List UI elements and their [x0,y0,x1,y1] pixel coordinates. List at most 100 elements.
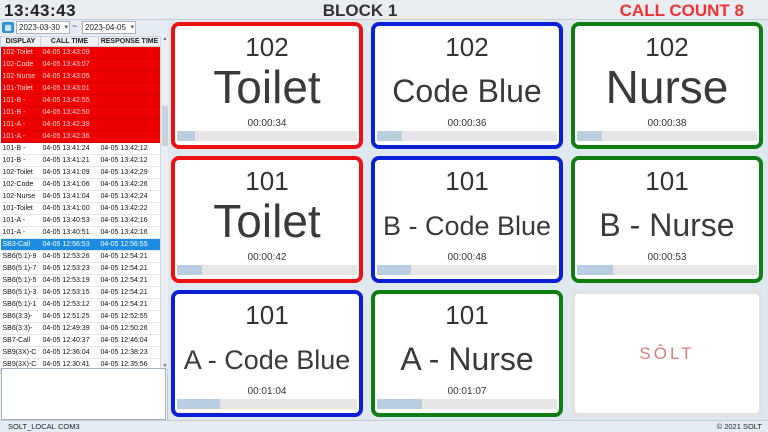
room-number: 102 [645,32,689,62]
column-header-response-time[interactable]: RESPONSE TIME [98,36,160,47]
progress-fill [177,131,195,141]
elapsed-time: 00:01:07 [447,386,487,397]
cell-display: 101-Toilet [0,82,41,95]
cell-display: SB6(3:3)- [0,322,41,335]
table-row[interactable]: 102-Toilet 04-05 13:41:09 04-05 13:42:29 [0,166,160,179]
progress-fill [577,131,603,141]
table-row[interactable]: SB9(3X)-C 04-05 12:36:04 04-05 12:38:23 [0,346,160,359]
cell-call: 04-05 12:53:26 [40,250,99,263]
table-row[interactable]: 101-A -04-05 13:40:53 04-05 13:42:16 [0,214,160,227]
call-card[interactable]: 101 B - Code Blue 00:00:48 [371,156,563,283]
cell-display: 101-Toilet [0,202,41,215]
cell-display: 101-A - [0,130,41,143]
cell-response [98,106,160,119]
elapsed-progress [377,399,557,409]
cell-response [98,82,160,95]
table-row[interactable]: 101-A -04-05 13:42:39 [0,118,160,131]
room-number: 101 [445,300,489,330]
elapsed-progress [377,265,557,275]
date-separator: ~ [72,21,78,31]
column-header-display[interactable]: DISPLAY [0,36,41,47]
elapsed-progress [377,131,557,141]
call-card[interactable]: 101 B - Nurse 00:00:53 [571,156,763,283]
table-row[interactable]: SB6(3:3)- 04-05 12:49:39 04-05 12:50:26 [0,322,160,335]
room-number: 102 [245,32,289,62]
table-row[interactable]: SB7-Call 04-05 12:40:37 04-05 12:46:04 [0,334,160,347]
cell-display: 101-A - [0,118,41,131]
date-from-field[interactable]: 2023-03-30 ▾ [16,21,70,34]
progress-fill [177,399,221,409]
table-scrollbar[interactable]: ▲ ▼ [160,36,168,369]
cell-call: 04-05 13:40:53 [40,214,99,227]
cell-call: 04-05 13:42:55 [40,94,99,107]
cell-response: 04-05 12:54:21 [98,250,160,263]
cell-call: 04-05 13:41:04 [40,190,99,203]
table-row[interactable]: SB6(5:1)-9 04-05 12:53:26 04-05 12:54:21 [0,250,160,263]
table-row[interactable]: SB6(5:1)-5 04-05 12:53:19 04-05 12:54:21 [0,274,160,287]
cell-display: SB6(5:1)-3 [0,286,41,299]
cell-call: 04-05 13:41:24 [40,142,99,155]
table-row[interactable]: 102-Nurse 04-05 13:43:05 [0,70,160,83]
cell-display: SB6(5:1)-9 [0,250,41,263]
call-type: A - Code Blue [183,345,351,375]
table-row[interactable]: 102-Code 04-05 13:41:06 04-05 13:42:26 [0,178,160,191]
call-card[interactable]: 102 Toilet 00:00:34 [171,22,363,149]
cell-display: 102-Code [0,58,41,71]
table-row[interactable]: 101-A -04-05 13:40:51 04-05 13:42:16 [0,226,160,239]
call-card[interactable]: 102 Nurse 00:00:38 [571,22,763,149]
cell-display: SB6(5:1)-5 [0,274,41,287]
call-card[interactable]: 101 Toilet 00:00:42 [171,156,363,283]
table-row[interactable]: SB3-Call 04-05 12:56:53 04-05 12:56:55 [0,238,160,251]
cell-display: SB7-Call [0,334,41,347]
call-type: Toilet [213,61,321,113]
cell-response: 04-05 12:54:21 [98,274,160,287]
table-row[interactable]: 102-Nurse 04-05 13:41:04 04-05 13:42:24 [0,190,160,203]
table-row[interactable]: 102-Code 04-05 13:43:07 [0,58,160,71]
table-row[interactable]: 101-B -04-05 13:42:50 [0,106,160,119]
cell-call: 04-05 12:53:12 [40,298,99,311]
cell-display: SB6(3:3)- [0,310,41,323]
cell-response: 04-05 12:52:55 [98,310,160,323]
column-header-call-time[interactable]: CALL TIME [40,36,99,47]
cell-response: 04-05 13:42:22 [98,202,160,215]
cell-display: SB6(5:1)-1 [0,298,41,311]
call-type: A - Nurse [400,341,534,377]
cell-response: 04-05 13:42:12 [98,154,160,167]
cell-response: 04-05 12:54:21 [98,262,160,275]
call-card[interactable]: 101 A - Code Blue 00:01:04 [171,290,363,417]
status-bar: SOLT_LOCAL COM3 © 2021 SOLT [0,420,768,432]
room-number: 101 [245,166,289,196]
room-number: 101 [245,300,289,330]
chevron-down-icon[interactable]: ▾ [130,22,134,33]
table-row[interactable]: SB6(3:3)- 04-05 12:51:25 04-05 12:52:55 [0,310,160,323]
cell-display: 101-B - [0,94,41,107]
top-bar: 13:43:43 BLOCK 1 CALL COUNT 8 [0,0,768,20]
table-row[interactable]: 101-Toilet 04-05 13:41:00 04-05 13:42:22 [0,202,160,215]
block-title: BLOCK 1 [322,1,398,20]
date-from-value: 2023-03-30 [19,23,60,32]
table-row[interactable]: 101-B -04-05 13:41:21 04-05 13:42:12 [0,154,160,167]
calendar-icon[interactable]: ▦ [2,22,14,33]
cell-display: 102-Nurse [0,70,41,83]
date-to-field[interactable]: 2023-04-05 ▾ [82,21,136,34]
table-row[interactable]: 102-Toilet 04-05 13:43:09 [0,46,160,59]
station-name: SOLT_LOCAL [8,422,56,431]
cell-response: 04-05 12:50:26 [98,322,160,335]
com-port: COM3 [58,422,80,431]
cell-response [98,118,160,131]
call-card[interactable]: 101 A - Nurse 00:01:07 [371,290,563,417]
call-card[interactable]: 102 Code Blue 00:00:36 [371,22,563,149]
table-row[interactable]: 101-Toilet 04-05 13:43:01 [0,82,160,95]
message-box[interactable] [1,368,166,420]
cell-display: 102-Code [0,178,41,191]
table-row[interactable]: 101-B -04-05 13:41:24 04-05 13:42:12 [0,142,160,155]
table-row[interactable]: 101-A -04-05 13:42:36 [0,130,160,143]
room-number: 102 [445,32,489,62]
table-row[interactable]: SB6(5:1)-1 04-05 12:53:12 04-05 12:54:21 [0,298,160,311]
chevron-down-icon[interactable]: ▾ [64,22,68,33]
cell-response: 04-05 12:38:23 [98,346,160,359]
table-row[interactable]: SB6(5:1)-7 04-05 12:53:23 04-05 12:54:21 [0,262,160,275]
cell-response: 04-05 13:42:24 [98,190,160,203]
table-row[interactable]: 101-B -04-05 13:42:55 [0,94,160,107]
table-row[interactable]: SB6(5:1)-3 04-05 12:53:15 04-05 12:54:21 [0,286,160,299]
